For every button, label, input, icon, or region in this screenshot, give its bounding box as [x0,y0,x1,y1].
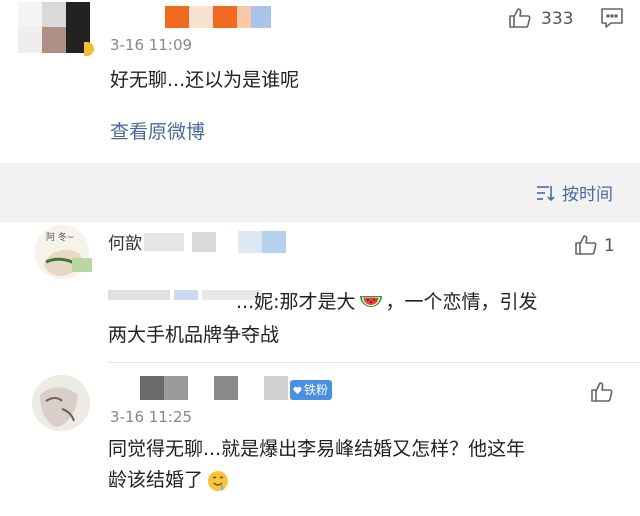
comment-author[interactable] [140,376,288,400]
thumbs-up-icon[interactable] [574,233,598,257]
heart-icon [293,386,302,395]
comment-list [0,222,640,516]
avatar[interactable]: 阿 冬~ [32,224,94,280]
comment-time: 3-16 11:25 [110,408,193,426]
fan-badge: 铁粉 [290,380,333,400]
post-card: 3-16 11:09 333 好无聊...还以为是谁呢 查看原微博 [0,0,640,163]
avatar[interactable] [32,375,90,431]
watermelon-icon [358,292,384,314]
avatar[interactable] [18,2,94,58]
sort-label: 按时间 [562,185,613,205]
comment-like-count: 1 [604,236,615,256]
username-redacted[interactable] [165,6,275,28]
drooling-face-icon [207,470,229,492]
sort-by-time-button[interactable]: 按时间 [536,180,613,205]
post-time: 3-16 11:09 [110,36,193,54]
comment-text: ...妮:那才是大 ，一个恋情，引发 [236,291,538,314]
svg-text:阿 冬~: 阿 冬~ [46,231,74,243]
sort-icon [536,184,556,202]
thumbs-up-icon[interactable] [590,380,614,404]
comment-icon[interactable] [600,7,624,29]
watermark: 百家号/读娱娱乐 [508,491,611,507]
thumbs-up-icon[interactable] [508,6,532,30]
divider [108,362,640,363]
post-like-count: 333 [541,9,574,29]
comment-text: 龄该结婚了 [108,464,229,497]
view-original-link[interactable]: 查看原微博 [110,117,205,144]
comment-author[interactable]: 何歆 [108,229,286,254]
comment-text: 同觉得无聊...就是爆出李易峰结婚又怎样？他这年 [108,438,526,460]
post-text: 好无聊...还以为是谁呢 [110,69,300,91]
comment-text: 两大手机品牌争夺战 [108,324,280,346]
